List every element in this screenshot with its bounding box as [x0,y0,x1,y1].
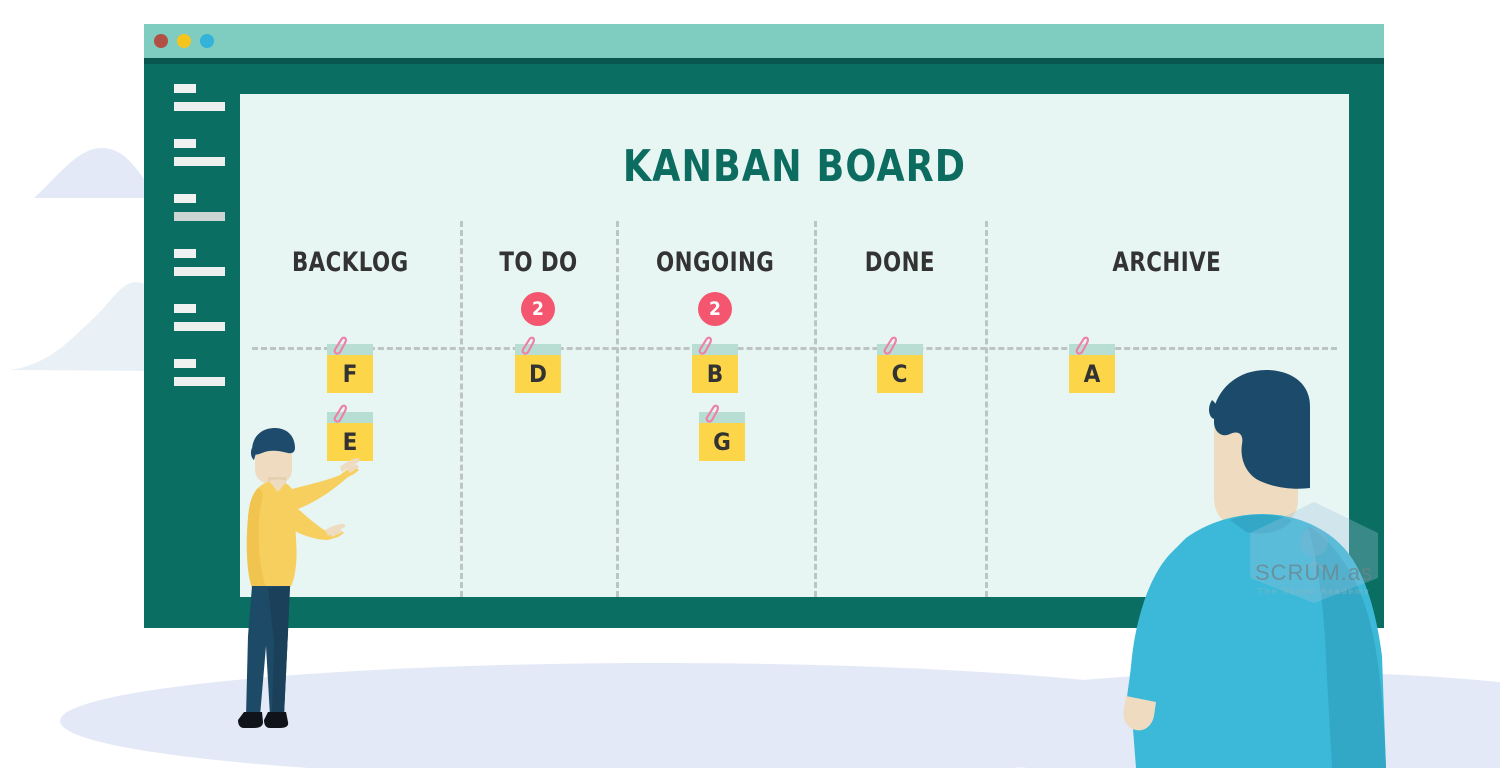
sidebar-item-label-placeholder [174,212,225,221]
card[interactable]: G [699,404,745,461]
column-title: ONGOING [655,247,775,278]
sidebar-item-icon-placeholder [174,194,196,203]
card-label: G [713,428,731,456]
column-todo[interactable]: TO DO 2 D [460,221,616,597]
card[interactable]: D [515,336,561,393]
card[interactable]: F [327,336,373,393]
column-title: DONE [864,247,935,278]
sidebar-item-icon-placeholder [174,84,196,93]
observer-figure-icon [1123,370,1386,768]
column-title: TO DO [498,247,578,278]
column-title: BACKLOG [291,247,409,278]
column-title: ARCHIVE [1112,247,1222,278]
illustration-observer [1096,360,1402,768]
minimize-button[interactable] [177,34,191,48]
page-title: KANBAN BOARD [622,141,967,192]
wip-badge: 2 [521,292,555,326]
column-ongoing[interactable]: ONGOING 2 B G [616,221,814,597]
card-list: C [814,336,985,412]
sidebar-item-icon-placeholder [174,249,196,258]
sidebar-item-icon-placeholder [174,359,196,368]
card[interactable]: B [692,336,738,393]
sidebar-item-label-placeholder [174,102,225,111]
titlebar-divider [144,58,1384,64]
sidebar-item-label-placeholder [174,377,225,386]
sidebar-item-icon-placeholder [174,304,196,313]
sidebar-item-label-placeholder [174,267,225,276]
sidebar-item-icon-placeholder [174,139,196,148]
window-titlebar [144,24,1384,58]
card-label: F [342,360,358,388]
sidebar-item-label-placeholder [174,322,225,331]
card-label: D [529,360,547,388]
card-label: B [706,360,724,388]
card-label: C [891,360,908,388]
card-list: B G [616,336,814,480]
close-button[interactable] [154,34,168,48]
presenter-figure-icon [238,428,360,728]
column-done[interactable]: DONE C [814,221,985,597]
card-list: D [460,336,616,412]
maximize-button[interactable] [200,34,214,48]
illustration-presenter [228,420,368,752]
screenshot-root: KANBAN BOARD BACKLOG F E TO DO 2 D ONGOI… [0,0,1500,768]
card[interactable]: C [876,336,923,393]
sidebar-item-label-placeholder [174,157,225,166]
wip-badge: 2 [698,292,732,326]
